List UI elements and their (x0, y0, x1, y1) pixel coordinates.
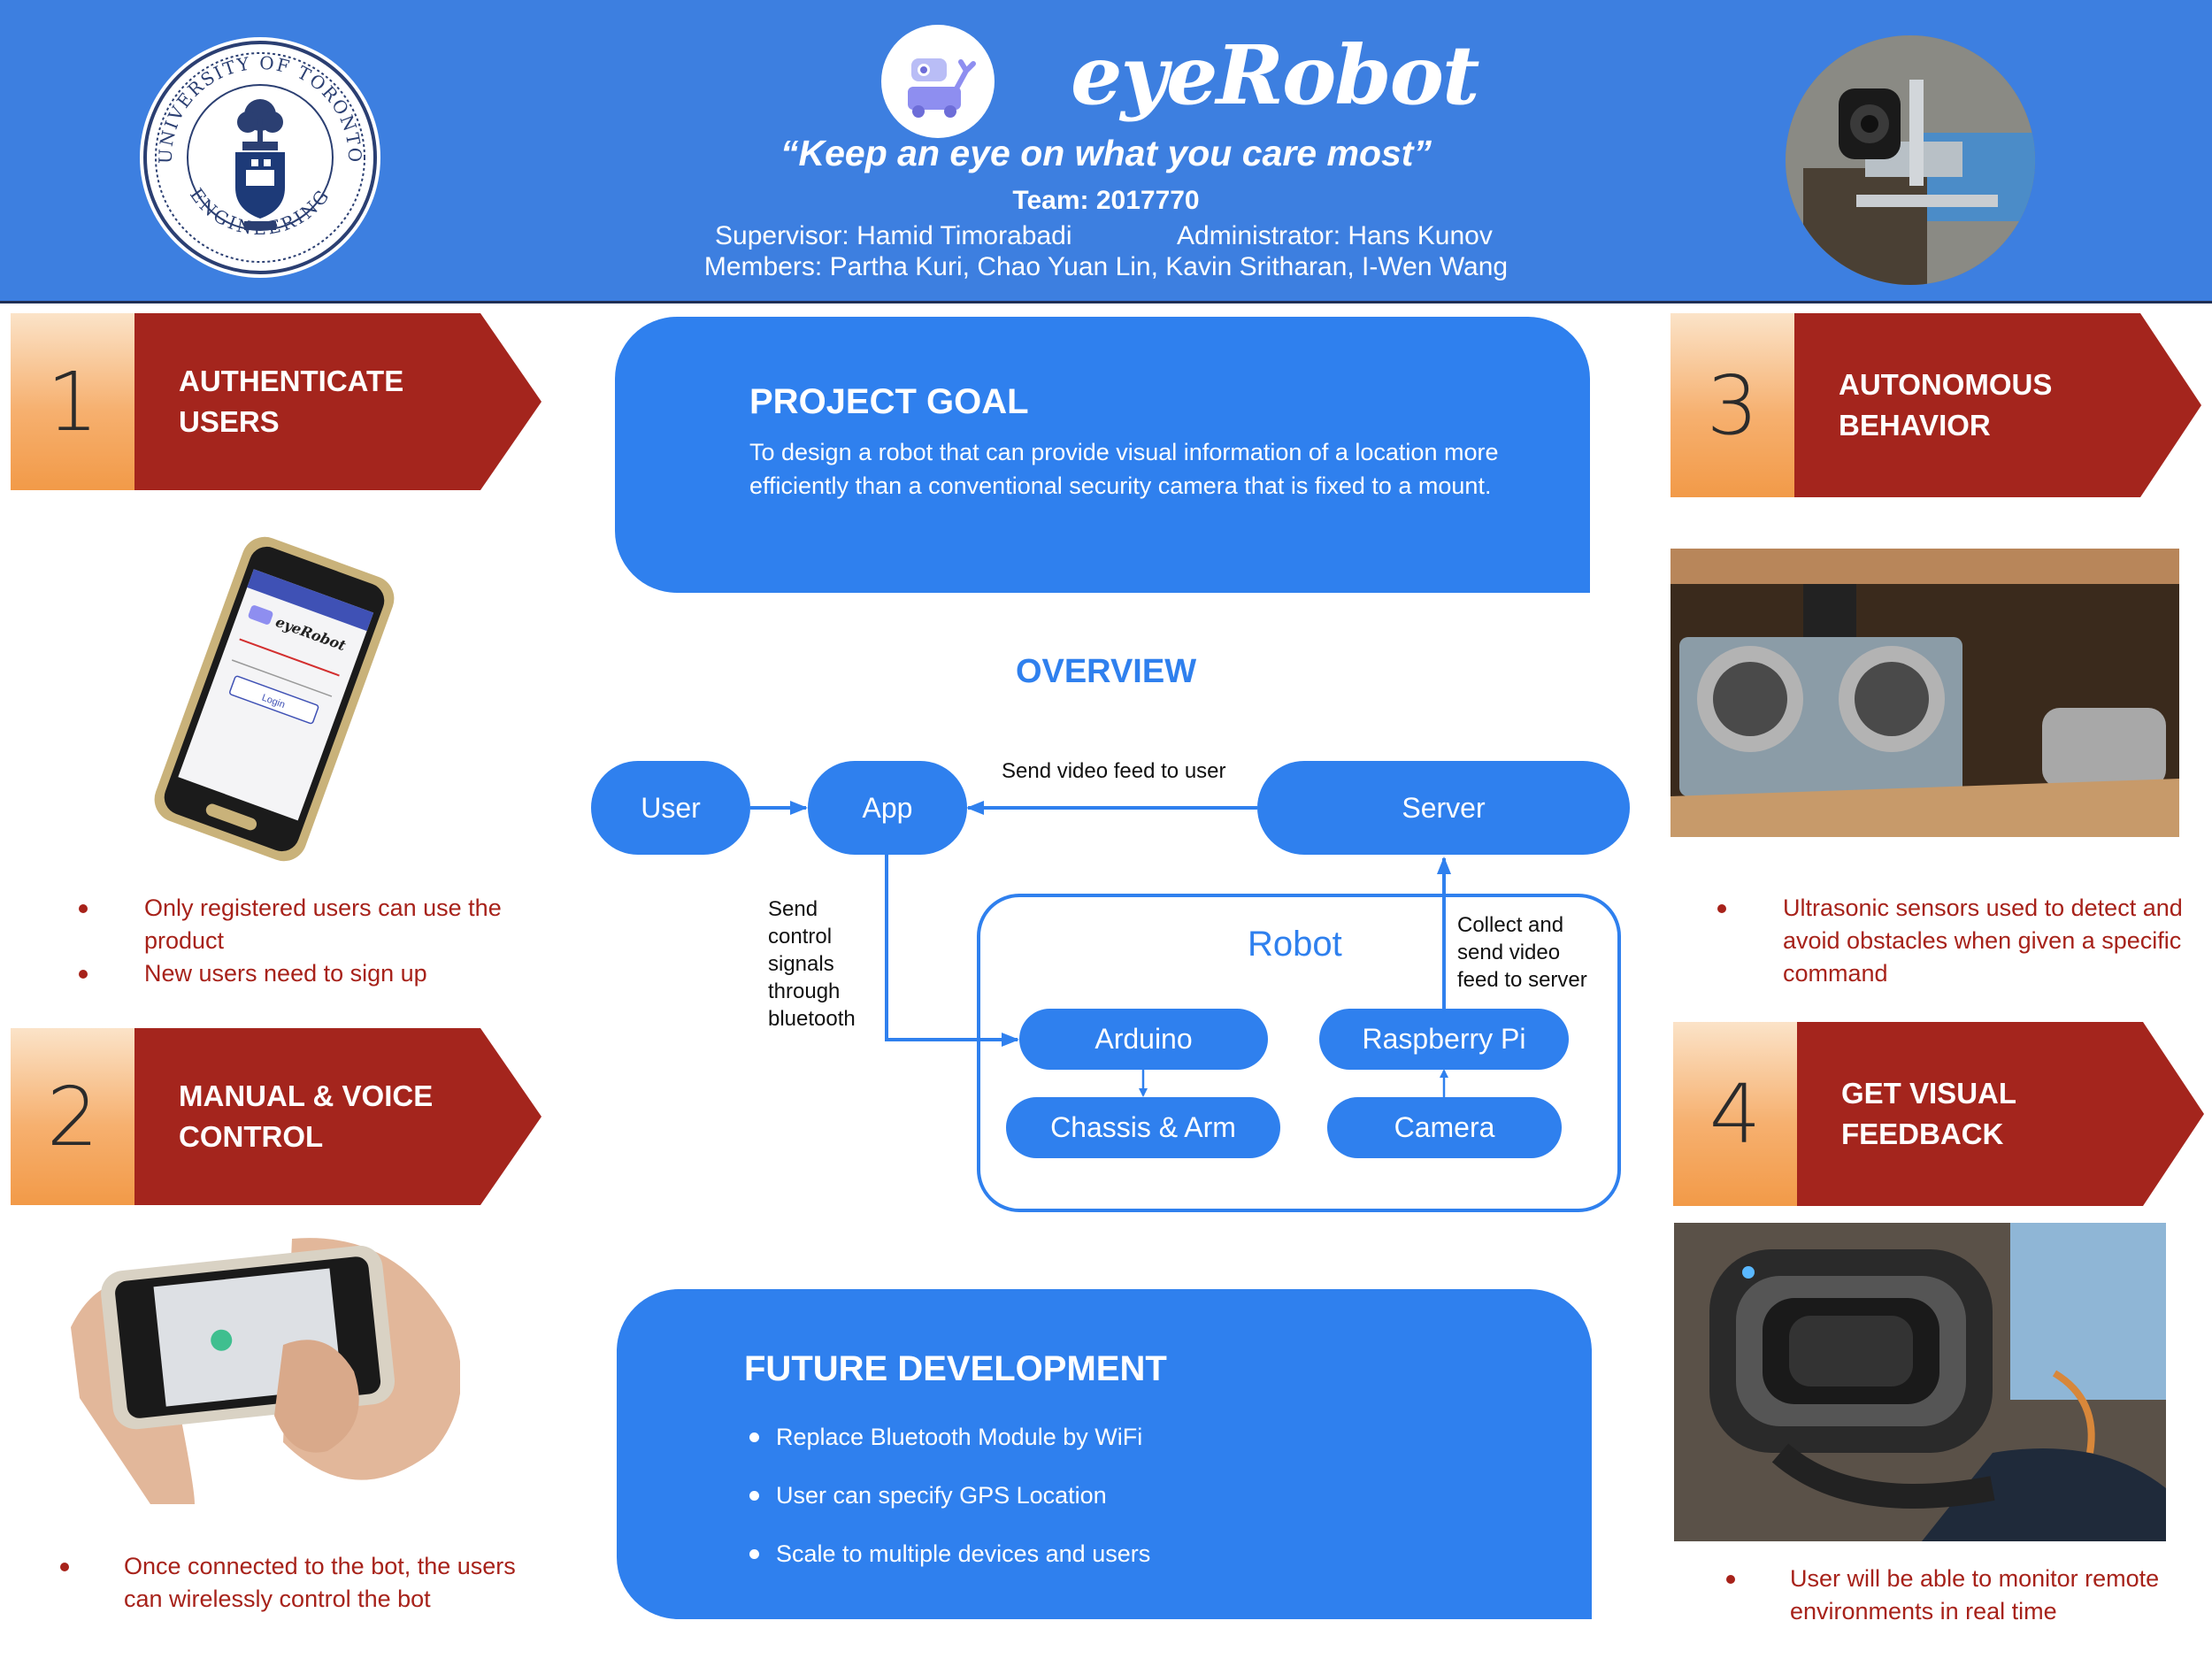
feature-title: GET VISUAL FEEDBACK (1841, 1077, 2017, 1150)
autonomous-notes: Ultrasonic sensors used to detect and av… (1717, 892, 2199, 990)
edge-label-control-signals: Send control signals through bluetooth (768, 897, 856, 1031)
phone-login-image: eyeRobot Login (133, 531, 416, 867)
edge-label-video-to-user: Send video feed to user (1002, 759, 1226, 783)
feature-number: 2 (11, 1028, 134, 1205)
robot-group-label: Robot (1248, 925, 1342, 964)
list-item: User will be able to monitor remote envi… (1726, 1563, 2206, 1628)
feature-title: MANUAL & VOICE CONTROL (179, 1079, 434, 1153)
project-goal-panel: PROJECT GOAL To design a robot that can … (615, 317, 1590, 593)
eyerobot-logo (881, 25, 995, 138)
team-members: Members: Partha Kuri, Chao Yuan Lin, Kav… (703, 252, 1509, 281)
feature-banner-autonomous: 3 AUTONOMOUS BEHAVIOR (1671, 313, 2201, 497)
list-item: Scale to multiple devices and users (749, 1540, 1457, 1599)
bullet-dot (749, 1491, 759, 1501)
overview-title: OVERVIEW (1015, 653, 1197, 690)
brand-title: eyeRobot (1071, 27, 1480, 123)
feature-number: 1 (11, 313, 134, 490)
university-seal: UNIVERSITY OF TORONTO ENGINEERING (140, 37, 380, 278)
manual-notes: Once connected to the bot, the users can… (60, 1550, 540, 1616)
future-development-list: Replace Bluetooth Module by WiFi User ca… (749, 1424, 1457, 1599)
authenticate-notes: Only registered users can use the produc… (79, 892, 525, 990)
future-item-text: Replace Bluetooth Module by WiFi (776, 1424, 1143, 1450)
robot-photo (1786, 35, 2035, 285)
ultrasonic-sensor-photo (1671, 549, 2179, 837)
future-development-panel: FUTURE DEVELOPMENT Replace Bluetooth Mod… (617, 1289, 1592, 1619)
project-goal-text: To design a robot that can provide visua… (749, 439, 1499, 499)
header-banner: UNIVERSITY OF TORONTO ENGINEERING (0, 0, 2212, 303)
bullet-dot (1726, 1575, 1735, 1584)
project-goal-title: PROJECT GOAL (749, 382, 1029, 421)
list-item: Only registered users can use the produc… (79, 892, 525, 957)
node-user: User (591, 761, 750, 855)
team-number: Team: 2017770 (1012, 186, 1200, 215)
feature-title: AUTONOMOUS BEHAVIOR (1839, 368, 2053, 442)
node-camera: Camera (1327, 1097, 1562, 1158)
list-item: Replace Bluetooth Module by WiFi (749, 1424, 1457, 1482)
feature-number: 4 (1673, 1022, 1797, 1206)
phone-control-image (62, 1221, 462, 1504)
tagline: “Keep an eye on what you care most” (780, 133, 1432, 173)
list-item: Ultrasonic sensors used to detect and av… (1717, 892, 2199, 990)
administrator: Administrator: Hans Kunov (1177, 221, 1493, 250)
list-item: New users need to sign up (79, 957, 525, 990)
note-text: Only registered users can use the produc… (144, 895, 502, 954)
node-chassis-arm: Chassis & Arm (1006, 1097, 1280, 1158)
list-item: Once connected to the bot, the users can… (60, 1550, 540, 1616)
future-item-text: Scale to multiple devices and users (776, 1540, 1151, 1567)
note-text: New users need to sign up (144, 960, 427, 987)
feature-banner-visual: 4 GET VISUAL FEEDBACK (1673, 1022, 2204, 1206)
bullet-dot (749, 1549, 759, 1559)
node-server: Server (1257, 761, 1630, 855)
supervisor: Supervisor: Hamid Timorabadi (715, 221, 1072, 250)
note-text: User will be able to monitor remote envi… (1790, 1565, 2160, 1624)
note-text: Ultrasonic sensors used to detect and av… (1783, 895, 2183, 987)
note-text: Once connected to the bot, the users can… (124, 1553, 516, 1612)
node-app: App (808, 761, 967, 855)
webcam-photo (1674, 1223, 2166, 1541)
feature-banner-authenticate: 1 AUTHENTICATE USERS (11, 313, 541, 490)
bullet-dot (749, 1432, 759, 1442)
edge-label-collect-video: Collect and send video feed to server (1457, 913, 1587, 992)
bullet-dot (79, 970, 88, 979)
node-arduino: Arduino (1019, 1009, 1268, 1070)
list-item: User can specify GPS Location (749, 1482, 1457, 1540)
bullet-dot (1717, 904, 1726, 913)
visual-notes: User will be able to monitor remote envi… (1726, 1563, 2206, 1628)
bullet-dot (60, 1563, 69, 1571)
node-raspberry-pi: Raspberry Pi (1319, 1009, 1569, 1070)
feature-banner-manual: 2 MANUAL & VOICE CONTROL (11, 1028, 541, 1205)
bullet-dot (79, 904, 88, 913)
future-item-text: User can specify GPS Location (776, 1482, 1107, 1509)
future-development-title: FUTURE DEVELOPMENT (744, 1349, 1167, 1388)
feature-number: 3 (1671, 313, 1794, 497)
feature-title: AUTHENTICATE USERS (179, 365, 404, 438)
